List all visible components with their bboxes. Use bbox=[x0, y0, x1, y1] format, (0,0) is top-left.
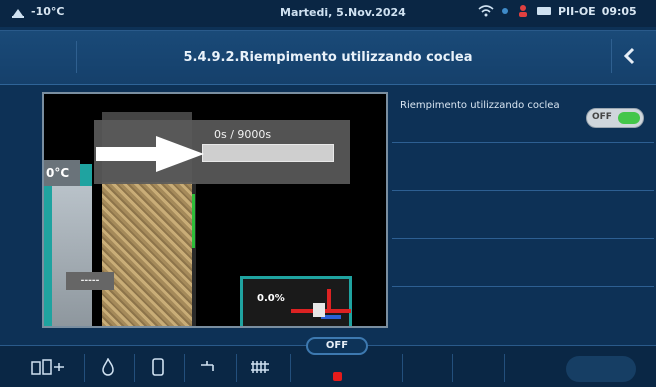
tab-boiler[interactable] bbox=[138, 352, 178, 382]
pellet-tank bbox=[102, 182, 196, 326]
sim-icon bbox=[537, 7, 551, 15]
boiler-temp: 0°C bbox=[44, 160, 80, 186]
mixer-valve-icon bbox=[291, 289, 351, 319]
mixer-percent: 0.0% bbox=[257, 293, 285, 304]
cloud-icon bbox=[502, 8, 508, 14]
chevron-left-icon bbox=[623, 47, 635, 65]
screen: -10°C Martedi, 5.Nov.2024 PII-OE 09:05 5… bbox=[0, 0, 656, 387]
date-label: Martedi, 5.Nov.2024 bbox=[280, 6, 406, 19]
status-right: PII-OE 09:05 bbox=[478, 4, 637, 18]
toggle-knob bbox=[618, 112, 640, 124]
clock: 09:05 bbox=[601, 4, 637, 18]
mixer-box: 0.0% bbox=[240, 276, 352, 326]
flame-icon bbox=[102, 358, 114, 376]
outdoor-temp: -10°C bbox=[10, 5, 64, 18]
mode-label: PII-OE bbox=[558, 4, 596, 18]
list-divider bbox=[392, 286, 654, 287]
list-divider bbox=[392, 190, 654, 191]
tap-icon bbox=[201, 361, 214, 371]
list-divider bbox=[392, 238, 654, 239]
back-button[interactable] bbox=[611, 39, 648, 73]
progress-text: 0s / 9000s bbox=[214, 128, 272, 141]
stop-indicator bbox=[333, 372, 342, 381]
progress-bar bbox=[202, 144, 334, 162]
page-title: 5.4.9.2.Riempimento utilizzando coclea bbox=[183, 50, 473, 65]
page-header: 5.4.9.2.Riempimento utilizzando coclea bbox=[0, 30, 656, 85]
status-bar: -10°C Martedi, 5.Nov.2024 PII-OE 09:05 bbox=[0, 0, 656, 27]
nav-separator bbox=[236, 354, 237, 382]
system-overview-icon bbox=[31, 359, 64, 375]
boiler-icon bbox=[152, 358, 164, 376]
radiator-icon bbox=[251, 361, 269, 373]
nav-separator bbox=[84, 354, 85, 382]
wifi-icon bbox=[478, 5, 494, 17]
off-status-pill[interactable]: OFF bbox=[306, 337, 368, 355]
process-preview: 0°C 0s / 9000s ----- 0.0% bbox=[42, 92, 388, 328]
tab-flame[interactable] bbox=[88, 352, 128, 382]
outdoor-temp-value: -10°C bbox=[31, 5, 65, 18]
weather-icon bbox=[12, 8, 24, 18]
toggle-state-label: OFF bbox=[592, 112, 612, 122]
nav-separator bbox=[402, 354, 403, 382]
level-indicator bbox=[192, 194, 195, 248]
nav-separator bbox=[504, 354, 505, 382]
boiler-body bbox=[52, 186, 92, 326]
nav-separator bbox=[452, 354, 453, 382]
setting-label: Riempimento utilizzando coclea bbox=[400, 100, 560, 111]
nav-scroll-handle[interactable] bbox=[566, 356, 636, 382]
arrow-right-icon bbox=[96, 136, 204, 172]
nav-separator bbox=[134, 354, 135, 382]
tab-tap[interactable] bbox=[188, 352, 228, 382]
tab-radiator[interactable] bbox=[240, 352, 280, 382]
user-alert-icon bbox=[519, 5, 527, 17]
filling-toggle[interactable]: OFF bbox=[586, 108, 644, 128]
nav-separator bbox=[184, 354, 185, 382]
nav-separator bbox=[290, 354, 291, 382]
auger-label: ----- bbox=[66, 272, 114, 290]
setting-row-auger-filling[interactable]: Riempimento utilizzando coclea OFF bbox=[392, 92, 654, 143]
tab-overview[interactable] bbox=[28, 352, 68, 382]
